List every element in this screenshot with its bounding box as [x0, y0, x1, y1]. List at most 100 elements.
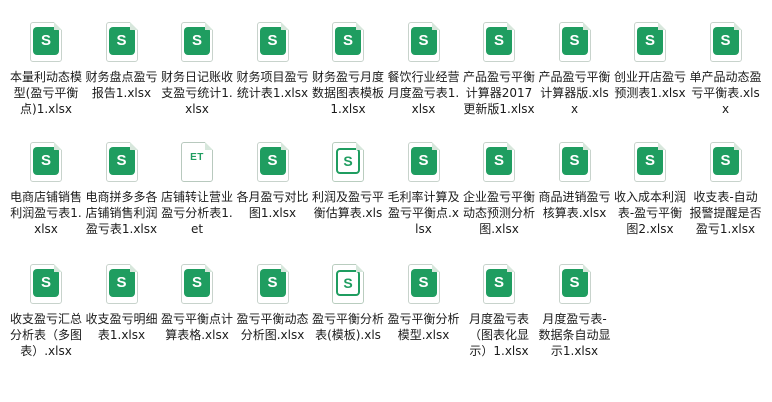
file-item[interactable]: S 收支盈亏明细表1.xlsx [84, 264, 160, 343]
file-item[interactable]: S 利润及盈亏平衡估算表.xls [310, 142, 386, 221]
icon-fold [280, 264, 289, 272]
icon-glyph: S [712, 27, 739, 55]
file-item[interactable]: S 财务日记账收支盈亏统计1.xlsx [159, 22, 235, 117]
file-name: 月度盈亏表（图表化显示）1.xlsx [468, 312, 529, 358]
xls-icon: S [332, 264, 364, 304]
icon-glyph: S [184, 269, 210, 297]
icon-fold [280, 22, 289, 30]
file-item[interactable]: S 盈亏平衡点计算表格.xlsx [159, 264, 235, 343]
file-name: 商品进销盈亏核算表.xlsx [538, 190, 611, 220]
icon-fold [507, 264, 515, 272]
file-item[interactable]: S 单产品动态盈亏平衡表.xlsx [688, 22, 764, 117]
file-item[interactable]: ET 店铺转让营业盈亏分析表1.et [159, 142, 235, 237]
file-name: 月度盈亏表-数据条自动显示1.xlsx [538, 312, 611, 358]
icon-fold [356, 264, 364, 272]
file-name: 利润及盈亏平衡估算表.xls [311, 190, 384, 220]
file-item[interactable]: S 月度盈亏表（图表化显示）1.xlsx [461, 264, 537, 359]
file-item[interactable]: S 财务项目盈亏统计表1.xlsx [235, 22, 311, 101]
icon-fold [733, 142, 742, 150]
file-item[interactable]: S 餐饮行业经营月度盈亏表1.xlsx [386, 22, 462, 117]
file-name: 盈亏平衡动态分析图.xlsx [236, 312, 309, 342]
xlsx-icon: S [634, 142, 666, 182]
xlsx-icon: S [181, 264, 213, 304]
icon-fold [54, 264, 62, 272]
icon-fold [733, 22, 742, 30]
icon-glyph: S [108, 27, 135, 55]
file-name: 产品盈亏平衡计算器2017更新版1.xlsx [462, 70, 535, 116]
icon-glyph: S [486, 269, 512, 297]
xlsx-icon: S [256, 264, 289, 304]
icon-glyph: S [336, 148, 360, 174]
xlsx-icon: S [483, 22, 515, 62]
icon-glyph: S [335, 27, 361, 55]
file-name: 盈亏平衡点计算表格.xlsx [160, 312, 233, 342]
icon-fold [205, 22, 213, 30]
file-item[interactable]: S 创业开店盈亏预测表1.xlsx [612, 22, 688, 101]
icon-glyph: S [108, 147, 135, 175]
file-item[interactable]: S 毛利率计算及盈亏平衡点.xlsx [386, 142, 462, 237]
file-item[interactable]: S 电商店铺销售利润盈亏表1.xlsx [8, 142, 84, 237]
file-item[interactable]: S 财务盈亏月度数据图表模板1.xlsx [310, 22, 386, 117]
icon-fold [431, 264, 440, 272]
icon-glyph: S [637, 147, 663, 175]
icon-glyph: S [561, 269, 588, 297]
icon-glyph: S [108, 269, 135, 297]
file-item[interactable]: S 商品进销盈亏核算表.xlsx [537, 142, 613, 221]
file-item[interactable]: S 收入成本利润表-盈亏平衡图2.xlsx [612, 142, 688, 237]
file-name: 财务项目盈亏统计表1.xlsx [236, 70, 309, 100]
file-item[interactable]: S 本量利动态模型(盈亏平衡点)1.xlsx [8, 22, 84, 117]
xlsx-icon: S [181, 22, 213, 62]
xlsx-icon: S [105, 22, 138, 62]
icon-fold [54, 22, 62, 30]
file-name: 电商拼多多各店铺销售利润盈亏表1.xlsx [85, 190, 158, 236]
xlsx-icon: S [105, 142, 138, 182]
file-item[interactable]: S 企业盈亏平衡动态预测分析图.xlsx [461, 142, 537, 237]
icon-fold [582, 142, 591, 150]
file-name: 产品盈亏平衡计算器版.xlsx [538, 70, 611, 116]
file-name: 店铺转让营业盈亏分析表1.et [160, 190, 233, 236]
icon-glyph: S [259, 147, 286, 175]
file-name: 财务盈亏月度数据图表模板1.xlsx [311, 70, 384, 116]
xlsx-icon: S [558, 264, 591, 304]
file-item[interactable]: S 盈亏平衡分析模型.xlsx [386, 264, 462, 343]
icon-fold [658, 22, 666, 30]
icon-fold [129, 142, 138, 150]
file-item[interactable]: S 财务盘点盈亏报告1.xlsx [84, 22, 160, 101]
icon-glyph: S [561, 27, 588, 55]
icon-glyph: S [637, 27, 663, 55]
xlsx-icon: S [407, 142, 440, 182]
file-name: 毛利率计算及盈亏平衡点.xlsx [387, 190, 460, 236]
icon-glyph: S [410, 27, 437, 55]
xlsx-icon: S [709, 142, 742, 182]
icon-glyph: S [410, 269, 437, 297]
et-icon: ET [181, 142, 213, 182]
xlsx-icon: S [483, 142, 515, 182]
xlsx-icon: S [558, 22, 591, 62]
file-item[interactable]: S 月度盈亏表-数据条自动显示1.xlsx [537, 264, 613, 359]
file-item[interactable]: S 盈亏平衡动态分析图.xlsx [235, 264, 311, 343]
icon-glyph: S [259, 269, 286, 297]
file-name: 收支盈亏汇总分析表（多图表）.xlsx [9, 312, 82, 358]
icon-glyph: S [184, 27, 210, 55]
file-item[interactable]: S 产品盈亏平衡计算器2017更新版1.xlsx [461, 22, 537, 117]
xlsx-icon: S [407, 22, 440, 62]
file-item[interactable]: S 收支盈亏汇总分析表（多图表）.xlsx [8, 264, 84, 359]
icon-fold [507, 22, 515, 30]
xlsx-icon: S [256, 142, 289, 182]
file-item[interactable]: S 盈亏平衡分析表(模板).xls [310, 264, 386, 343]
xlsx-icon: S [30, 22, 62, 62]
file-item[interactable]: S 收支表-自动报警提醒是否盈亏1.xlsx [688, 142, 764, 237]
icon-glyph: S [336, 270, 360, 296]
file-name: 各月盈亏对比图1.xlsx [236, 190, 309, 220]
file-item[interactable]: S 产品盈亏平衡计算器版.xlsx [537, 22, 613, 117]
icon-fold [507, 142, 515, 150]
icon-glyph: S [486, 147, 512, 175]
icon-fold [356, 142, 364, 150]
file-item[interactable]: S 电商拼多多各店铺销售利润盈亏表1.xlsx [84, 142, 160, 237]
icon-glyph: S [410, 147, 437, 175]
file-item[interactable]: S 各月盈亏对比图1.xlsx [235, 142, 311, 221]
xlsx-icon: S [407, 264, 440, 304]
xlsx-icon: S [30, 142, 62, 182]
xlsx-icon: S [256, 22, 289, 62]
icon-fold [54, 142, 62, 150]
